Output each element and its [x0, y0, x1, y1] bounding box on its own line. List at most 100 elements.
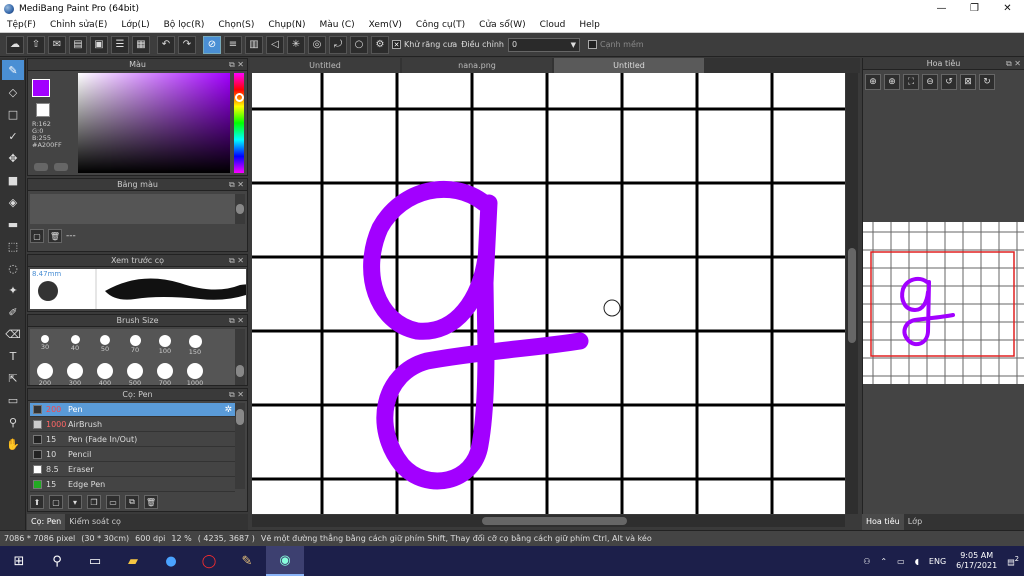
menu-cloud[interactable]: Cloud — [533, 20, 573, 30]
menu-view[interactable]: Xem(V) — [362, 20, 409, 30]
trash-icon[interactable]: 🗑 — [48, 229, 62, 243]
trash-icon[interactable]: 🗑 — [144, 495, 158, 509]
windows-start-icon[interactable]: ⊞ — [0, 546, 38, 576]
zalo-icon[interactable]: ● — [152, 546, 190, 576]
magic-wand-tool-icon[interactable]: ✦ — [2, 280, 24, 300]
drawing-canvas[interactable] — [252, 73, 845, 514]
task-view-icon[interactable]: ▭ — [76, 546, 114, 576]
brush-size-option[interactable]: 40 — [60, 335, 90, 352]
minimize-button[interactable]: — — [925, 0, 958, 17]
hue-handle[interactable] — [235, 93, 244, 102]
foreground-color-swatch[interactable] — [32, 79, 50, 97]
brush-size-option[interactable]: 200 — [30, 363, 60, 387]
copy-brush-icon[interactable]: ❐ — [87, 495, 101, 509]
color-swap-button[interactable] — [54, 163, 68, 171]
brush-size-option[interactable]: 70 — [120, 335, 150, 354]
menu-window[interactable]: Cửa sổ(W) — [472, 20, 532, 30]
brush-size-option[interactable]: 1000 — [180, 363, 210, 387]
select-rect-tool-icon[interactable]: ⬚ — [2, 236, 24, 256]
saturation-value-picker[interactable] — [78, 73, 230, 173]
comment-icon[interactable]: ✉ — [48, 35, 66, 54]
volume-icon[interactable]: ◖ — [915, 557, 919, 566]
hand-tool-icon[interactable]: ✋ — [2, 434, 24, 454]
zoom-in-icon[interactable]: ⊕ — [865, 74, 881, 90]
fit-screen-icon[interactable]: ⊠ — [960, 74, 976, 90]
network-icon[interactable]: ▭ — [897, 557, 905, 566]
menu-color[interactable]: Màu (C) — [313, 20, 362, 30]
undo-icon[interactable]: ↶ — [157, 35, 175, 54]
rotate-left-icon[interactable]: ↺ — [941, 74, 957, 90]
navigator-thumbnail[interactable] — [863, 222, 1024, 384]
add-brush-icon[interactable]: ⬆ — [30, 495, 44, 509]
panel-close-icon[interactable]: ⧉ ✕ — [229, 59, 244, 71]
menu-help[interactable]: Help — [572, 20, 607, 30]
menu-edit[interactable]: Chỉnh sửa(E) — [43, 20, 114, 30]
canvas-vertical-scrollbar[interactable] — [846, 73, 858, 514]
move-tool-icon[interactable]: ✥ — [2, 148, 24, 168]
cloud-icon[interactable]: ☁ — [6, 35, 24, 54]
panel-close-icon[interactable]: ⧉ ✕ — [229, 389, 244, 401]
list-icon[interactable]: ☰ — [111, 35, 129, 54]
select-eraser-tool-icon[interactable]: ⌫ — [2, 324, 24, 344]
notification-icon[interactable]: ▤2 — [1007, 555, 1019, 567]
snap-radial-icon[interactable]: ✳ — [287, 35, 305, 54]
tab-brush[interactable]: Cọ: Pen — [27, 514, 66, 530]
hue-slider[interactable] — [234, 73, 244, 173]
panel-close-icon[interactable]: ⧉ ✕ — [229, 315, 244, 327]
tab-document-3[interactable]: Untitled — [554, 58, 704, 73]
snap-circle-icon[interactable]: ◎ — [308, 35, 326, 54]
chevron-up-icon[interactable]: ⌃ — [880, 557, 887, 566]
grid-icon[interactable]: ▦ — [132, 35, 150, 54]
language-indicator[interactable]: ENG — [929, 557, 946, 566]
tab-navigator[interactable]: Hoa tiêu — [862, 514, 904, 530]
brush-item-pen[interactable]: 200 Pen ✲ — [30, 403, 235, 417]
tab-layers[interactable]: Lớp — [904, 514, 926, 530]
brush-item-airbrush[interactable]: 1000 AirBrush — [30, 418, 235, 432]
brush-list-scrollbar[interactable] — [235, 403, 245, 489]
snap-settings-icon[interactable]: ⚙ — [371, 35, 389, 54]
snap-curve-icon[interactable]: ⤾ — [329, 35, 347, 54]
palette-area[interactable] — [30, 194, 235, 224]
brush-tool-icon[interactable]: ✎ — [2, 60, 24, 80]
snap-ellipse-icon[interactable]: ○ — [350, 35, 368, 54]
chat-icon[interactable]: ▤ — [69, 35, 87, 54]
palette-scrollbar[interactable] — [235, 194, 245, 224]
opera-icon[interactable]: ◯ — [190, 546, 228, 576]
brush-item-pencil[interactable]: 10 Pencil — [30, 448, 235, 462]
eraser-tool-icon[interactable]: ◇ — [2, 82, 24, 102]
brush-item-pen-fade[interactable]: 15 Pen (Fade In/Out) — [30, 433, 235, 447]
color-mode-button[interactable] — [34, 163, 48, 171]
menu-filter[interactable]: Bộ lọc(R) — [157, 20, 212, 30]
paint-palette-icon[interactable]: ✎ — [228, 546, 266, 576]
panel-close-icon[interactable]: ⧉ ✕ — [229, 255, 244, 267]
file-explorer-icon[interactable]: ▰ — [114, 546, 152, 576]
brush-size-option[interactable]: 100 — [150, 335, 180, 355]
menu-file[interactable]: Tệp(F) — [0, 20, 43, 30]
dropper-tool-icon[interactable]: ⚲ — [2, 412, 24, 432]
snap-parallel-icon[interactable]: ≡ — [224, 35, 242, 54]
maximize-button[interactable]: ❐ — [958, 0, 991, 17]
brush-size-option[interactable]: 300 — [60, 363, 90, 387]
search-icon[interactable]: ⚲ — [38, 546, 76, 576]
gradient-tool-icon[interactable]: ▬ — [2, 214, 24, 234]
soft-edge-checkbox[interactable] — [587, 40, 597, 49]
medibang-taskbar-icon[interactable]: ◉ — [266, 546, 304, 576]
lasso-tool-icon[interactable]: ◌ — [2, 258, 24, 278]
brush-size-option[interactable]: 30 — [30, 335, 60, 351]
tab-document-1[interactable]: Untitled — [250, 58, 400, 73]
gear-icon[interactable]: ✲ — [224, 405, 232, 415]
brush-size-scrollbar[interactable] — [235, 329, 245, 385]
brush-size-option[interactable]: 500 — [120, 363, 150, 387]
brush-size-option[interactable]: 150 — [180, 335, 210, 356]
tab-brush-control[interactable]: Kiểm soát cọ — [65, 514, 125, 530]
operation-tool-icon[interactable]: ⇱ — [2, 368, 24, 388]
zoom-in-alt-icon[interactable]: ⊕ — [884, 74, 900, 90]
redo-icon[interactable]: ↷ — [178, 35, 196, 54]
rect-tool-icon[interactable]: □ — [2, 104, 24, 124]
text-tool-icon[interactable]: T — [2, 346, 24, 366]
background-color-swatch[interactable] — [36, 103, 50, 117]
snap-off-icon[interactable]: ⊘ — [203, 35, 221, 54]
panel-close-icon[interactable]: ⧉ ✕ — [1006, 58, 1021, 70]
panel-close-icon[interactable]: ⧉ ✕ — [229, 179, 244, 191]
frame-tool-icon[interactable]: ▭ — [2, 390, 24, 410]
